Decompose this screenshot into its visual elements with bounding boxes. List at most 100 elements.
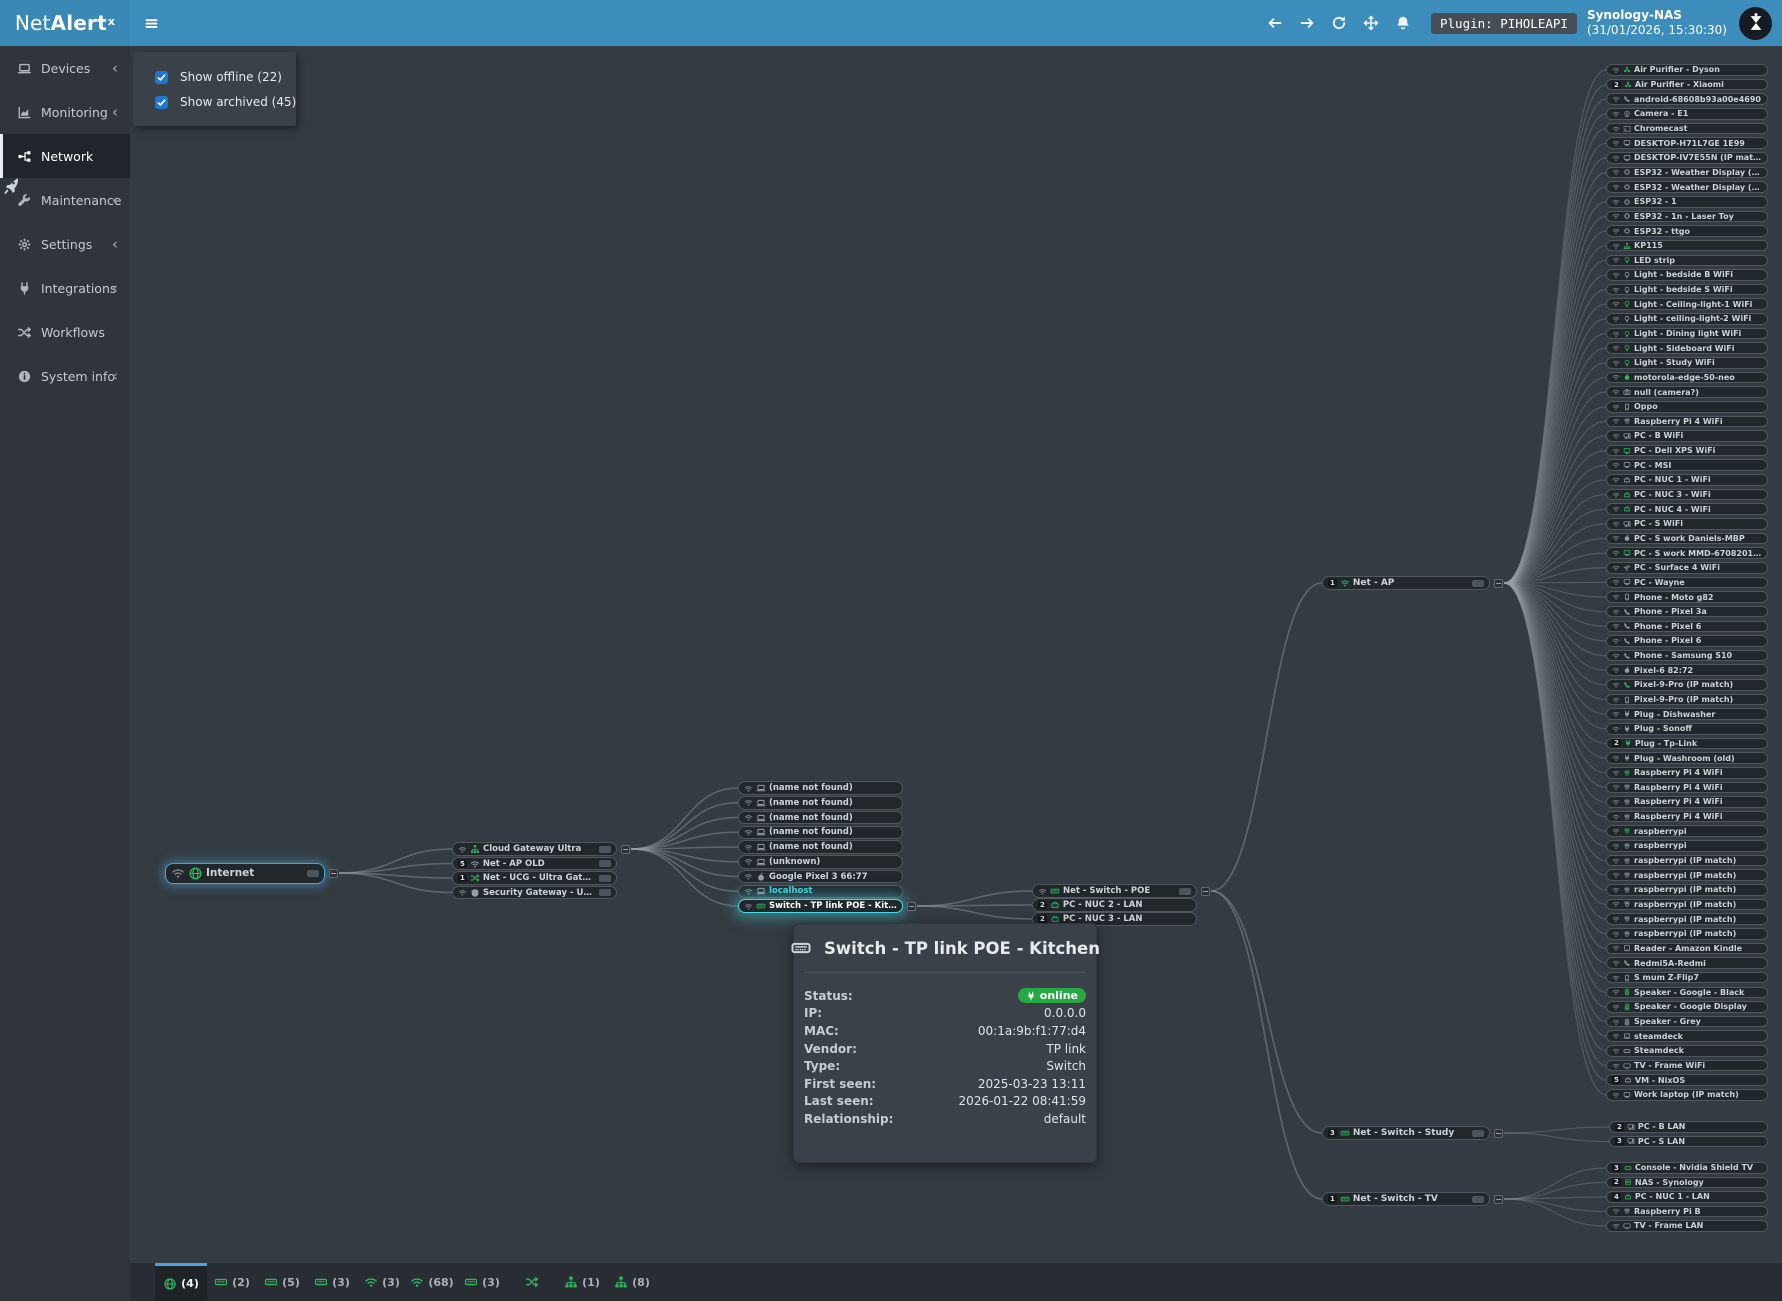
device-node-esp32-ttgo[interactable]: ESP32 - ttgo (1606, 225, 1768, 237)
device-node-pc-b-lan[interactable]: 2PC - B LAN (1609, 1121, 1768, 1133)
device-node-s-mum-z-flip7[interactable]: S mum Z-Flip7 (1606, 972, 1768, 984)
back-arrow-icon[interactable] (1267, 15, 1283, 31)
collapse-node-button[interactable]: − (907, 902, 916, 911)
device-node-light-study-wifi[interactable]: Light - Study WiFi (1606, 357, 1768, 369)
sidebar-item-system-info[interactable]: System info‹ (0, 354, 130, 398)
device-node-plug-sonoff[interactable]: Plug - Sonoff (1606, 723, 1768, 735)
node-actions[interactable] (599, 860, 611, 867)
collapse-node-button[interactable]: − (1201, 887, 1210, 896)
device-node-plug-tp-link[interactable]: 2Plug - Tp-Link (1606, 738, 1768, 750)
sidebar-item-network[interactable]: Network (0, 134, 130, 178)
device-node-tv-frame-wifi[interactable]: TV - Frame WiFi (1606, 1060, 1768, 1072)
device-node-pc-s-work-daniels-mbp[interactable]: PC - S work Daniels-MBP (1606, 533, 1768, 545)
show-offline-checkbox[interactable] (155, 71, 168, 84)
device-node-pc-s-work-mmd-67082015[interactable]: PC - S work MMD-67082015... (1606, 547, 1768, 559)
device-node-net-switch-study[interactable]: 3Net - Switch - Study (1322, 1126, 1490, 1141)
node-actions[interactable] (1472, 580, 1484, 587)
device-node-desktop-h71l7ge-1e99[interactable]: DESKTOP-H71L7GE 1E99 (1606, 137, 1768, 149)
device-node-raspberrypi-ip-match[interactable]: raspberrypi (IP match) (1606, 899, 1768, 911)
device-node-raspberrypi-ip-match[interactable]: raspberrypi (IP match) (1606, 869, 1768, 881)
device-node-raspberry-pi-4-wifi[interactable]: Raspberry Pi 4 WiFi (1606, 767, 1768, 779)
footer-tab-1-globe[interactable]: (4) (155, 1263, 207, 1301)
device-node-pc-nuc-1-wifi[interactable]: PC - NUC 1 - WiFi (1606, 474, 1768, 486)
device-node-tv-frame-lan[interactable]: TV - Frame LAN (1606, 1220, 1768, 1232)
device-node-pc-nuc-4-wifi[interactable]: PC - NUC 4 - WiFi (1606, 503, 1768, 515)
footer-tab-7-switch[interactable]: (3) (457, 1263, 507, 1301)
device-node-raspberry-pi-4-wifi[interactable]: Raspberry Pi 4 WiFi (1606, 796, 1768, 808)
device-node-light-bedside-s-wifi[interactable]: Light - bedside S WiFi (1606, 284, 1768, 296)
device-node-pc-nuc-1-lan[interactable]: 4PC - NUC 1 - LAN (1606, 1191, 1768, 1203)
device-node-oppo[interactable]: Oppo (1606, 401, 1768, 413)
sidebar-item-integrations[interactable]: Integrations‹ (0, 266, 130, 310)
device-node-net-switch-poe[interactable]: Net - Switch - POE (1032, 884, 1197, 898)
device-node-pc-b-wifi[interactable]: PC - B WiFi (1606, 430, 1768, 442)
footer-tab-2-switch[interactable]: (2) (207, 1263, 257, 1301)
device-node-light-ceiling-light-2-wifi[interactable]: Light - ceiling-light-2 WiFi (1606, 313, 1768, 325)
device-node-esp32-1[interactable]: ESP32 - 1 (1606, 196, 1768, 208)
device-node-light-ceiling-light-1-wifi[interactable]: Light - Ceiling-light-1 WiFi (1606, 298, 1768, 310)
device-node-security-gateway-usg[interactable]: Security Gateway - USG (452, 886, 617, 900)
menu-toggle-icon[interactable] (144, 16, 159, 31)
footer-tab-4-switch[interactable]: (3) (307, 1263, 357, 1301)
forward-arrow-icon[interactable] (1299, 15, 1315, 31)
app-logo[interactable]: NetAlertx (0, 0, 130, 46)
device-node-light-dining-light-wifi[interactable]: Light - Dining light WiFi (1606, 328, 1768, 340)
footer-tab-9-sitemap[interactable]: (1) (557, 1263, 607, 1301)
device-node-phone-pixel-6[interactable]: Phone - Pixel 6 (1606, 635, 1768, 647)
device-node-raspberrypi[interactable]: raspberrypi (1606, 825, 1768, 837)
device-node-speaker-google-display[interactable]: Speaker - Google Display (1606, 1001, 1768, 1013)
device-node-name-not-found[interactable]: (name not found) (738, 811, 903, 825)
device-node-plug-washroom-old[interactable]: Plug - Washroom (old) (1606, 752, 1768, 764)
footer-tab-3-switch[interactable]: (5) (257, 1263, 307, 1301)
device-node-raspberry-pi-4-wifi[interactable]: Raspberry Pi 4 WiFi (1606, 811, 1768, 823)
device-node-vm-nixos[interactable]: 5VM - NixOS (1606, 1074, 1768, 1086)
device-node-pc-s-lan[interactable]: 3PC - S LAN (1609, 1136, 1768, 1148)
collapse-node-button[interactable]: − (329, 869, 338, 878)
node-actions[interactable] (1179, 888, 1191, 895)
move-icon[interactable] (1363, 15, 1379, 31)
device-node-desktop-iv7e55n-ip-match[interactable]: DESKTOP-IV7E55N (IP match) (1606, 152, 1768, 164)
device-node-raspberrypi-ip-match[interactable]: raspberrypi (IP match) (1606, 884, 1768, 896)
device-node-net-ap-old[interactable]: 5Net - AP OLD (452, 857, 617, 871)
filter-label[interactable]: Show offline (22) (180, 70, 282, 84)
device-node-switch-tp-link-poe-kitchen[interactable]: Switch - TP link POE - Kitchen (738, 899, 903, 913)
device-node-motorola-edge-50-neo[interactable]: motorola-edge-50-neo (1606, 372, 1768, 384)
device-node-esp32-1n-laser-toy[interactable]: ESP32 - 1n - Laser Toy (1606, 211, 1768, 223)
device-node-unknown[interactable]: (unknown) (738, 855, 903, 869)
footer-tab-10-sitemap[interactable]: (8) (607, 1263, 657, 1301)
show-archived-checkbox[interactable] (155, 96, 168, 109)
node-actions[interactable] (307, 870, 319, 877)
device-node-air-purifier-xiaomi[interactable]: 2Air Purifier - Xiaomi (1606, 79, 1768, 91)
node-actions[interactable] (1472, 1130, 1484, 1137)
device-node-pc-nuc-2-lan[interactable]: 2PC - NUC 2 - LAN (1032, 898, 1197, 912)
rocket-icon[interactable] (1, 175, 22, 196)
device-node-raspberry-pi-4-wifi[interactable]: Raspberry Pi 4 WiFi (1606, 782, 1768, 794)
device-node-console-nvidia-shield-tv[interactable]: 3Console - Nvidia Shield TV (1606, 1162, 1768, 1174)
device-node-pc-nuc-3-wifi[interactable]: PC - NUC 3 - WiFi (1606, 489, 1768, 501)
collapse-node-button[interactable]: − (1494, 1129, 1503, 1138)
internet-node[interactable]: Internet (165, 863, 325, 884)
device-node-nas-synology[interactable]: 2NAS - Synology (1606, 1177, 1768, 1189)
device-node-phone-pixel-3a[interactable]: Phone - Pixel 3a (1606, 606, 1768, 618)
collapse-node-button[interactable]: − (1494, 1195, 1503, 1204)
device-node-pc-msi[interactable]: PC - MSI (1606, 459, 1768, 471)
device-node-camera-e1[interactable]: Camera - E1 (1606, 108, 1768, 120)
device-node-esp32-weather-display-bl[interactable]: ESP32 - Weather Display (bl... (1606, 167, 1768, 179)
device-node-steamdeck[interactable]: Steamdeck (1606, 1045, 1768, 1057)
device-node-chromecast[interactable]: Chromecast (1606, 123, 1768, 135)
sidebar-item-settings[interactable]: Settings‹ (0, 222, 130, 266)
node-actions[interactable] (1472, 1196, 1484, 1203)
notifications-bell-icon[interactable] (1395, 15, 1411, 31)
device-node-kp115[interactable]: KP115 (1606, 240, 1768, 252)
device-node-speaker-grey[interactable]: Speaker - Grey (1606, 1016, 1768, 1028)
node-actions[interactable] (599, 875, 611, 882)
device-node-pc-wayne[interactable]: PC - Wayne (1606, 577, 1768, 589)
device-node-raspberry-pi-b[interactable]: Raspberry Pi B (1606, 1206, 1768, 1218)
device-node-android-68608b93a00e4690[interactable]: android-68608b93a00e4690 (1606, 93, 1768, 105)
node-actions[interactable] (599, 846, 611, 853)
device-node-raspberrypi[interactable]: raspberrypi (1606, 840, 1768, 852)
sidebar-item-monitoring[interactable]: Monitoring‹ (0, 90, 130, 134)
device-node-pixel-6-82-72[interactable]: Pixel-6 82:72 (1606, 664, 1768, 676)
device-node-light-bedside-b-wifi[interactable]: Light - bedside B WiFi (1606, 269, 1768, 281)
device-node-phone-pixel-6[interactable]: Phone - Pixel 6 (1606, 621, 1768, 633)
